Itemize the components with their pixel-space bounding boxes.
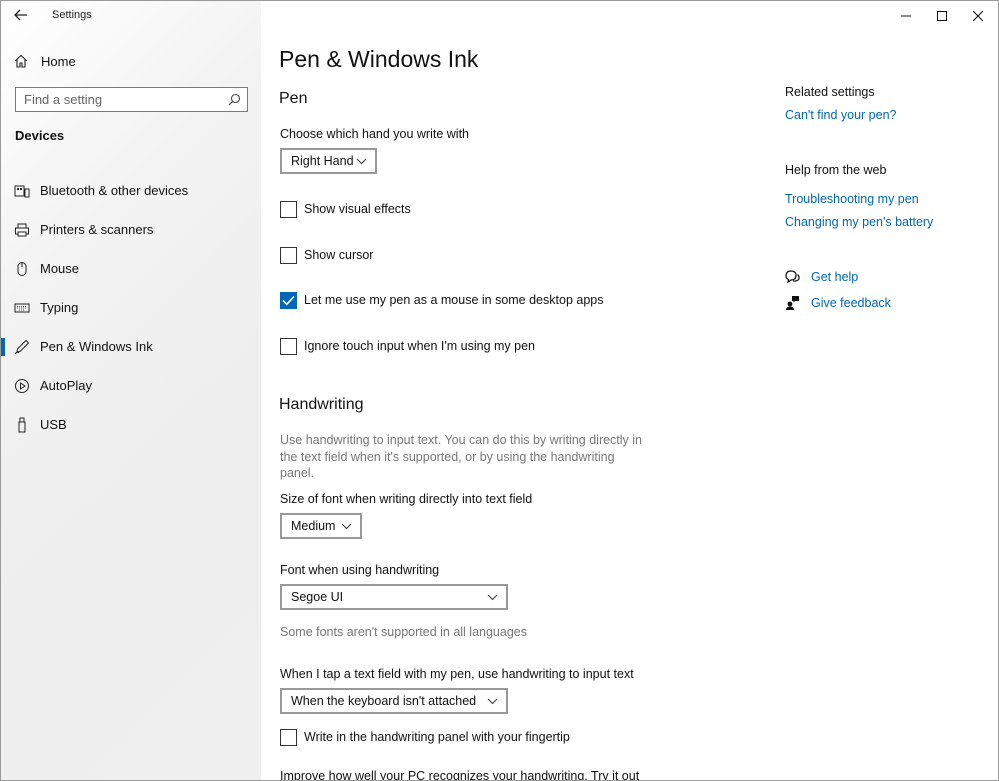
hand-dropdown-value: Right Hand	[291, 154, 354, 168]
tap-label: When I tap a text field with my pen, use…	[280, 667, 634, 681]
ignore-touch-checkbox[interactable]: Ignore touch input when I'm using my pen	[280, 337, 535, 355]
handwriting-heading: Handwriting	[279, 396, 364, 413]
chevron-down-icon	[487, 594, 498, 601]
related-settings-heading: Related settings	[785, 85, 875, 99]
give-feedback-label: Give feedback	[811, 295, 891, 310]
checkbox-box[interactable]	[280, 246, 297, 264]
font-dropdown-value: Segoe UI	[291, 590, 344, 604]
changing-battery-link[interactable]: Changing my pen's battery	[785, 215, 933, 229]
checkbox-label: Write in the handwriting panel with your…	[304, 730, 570, 744]
main-content: Pen & Windows Ink Pen Choose which hand …	[279, 1, 759, 781]
app-title: Settings	[52, 9, 92, 21]
home-label: Home	[41, 53, 76, 69]
pen-heading: Pen	[279, 90, 308, 107]
bluetooth-devices-icon	[14, 183, 30, 199]
checkbox-box[interactable]	[280, 291, 297, 309]
sidebar-item-label: USB	[40, 417, 67, 432]
give-feedback-link[interactable]: Give feedback	[785, 295, 891, 310]
sidebar-item-label: Typing	[40, 300, 79, 315]
sidebar-item-typing[interactable]: Typing	[1, 288, 261, 327]
sidebar-item-label: Mouse	[40, 261, 80, 276]
sidebar-item-home[interactable]: Home	[14, 50, 76, 72]
checkmark-icon	[282, 295, 295, 305]
sidebar-nav: Bluetooth & other devices Printers & sca…	[1, 171, 261, 444]
sidebar: Settings Home Devices Bluetooth & other …	[1, 1, 261, 780]
troubleshooting-pen-link[interactable]: Troubleshooting my pen	[785, 192, 919, 206]
chevron-down-icon	[341, 523, 352, 530]
checkbox-label: Show visual effects	[304, 202, 411, 216]
checkbox-label: Show cursor	[304, 248, 374, 262]
home-icon	[14, 54, 28, 68]
checkbox-box[interactable]	[280, 337, 297, 355]
get-help-label: Get help	[811, 269, 859, 284]
tap-dropdown-value: When the keyboard isn't attached	[291, 694, 477, 708]
hand-label: Choose which hand you write with	[280, 127, 469, 141]
checkbox-label: Ignore touch input when I'm using my pen	[304, 339, 535, 353]
related-settings-panel: Related settings Can't find your pen? He…	[785, 1, 985, 780]
sidebar-item-usb[interactable]: USB	[1, 405, 261, 444]
font-size-dropdown-value: Medium	[291, 519, 336, 533]
give-feedback-icon	[786, 296, 799, 310]
get-help-link[interactable]: Get help	[785, 269, 858, 284]
pen-icon	[14, 339, 30, 355]
sidebar-item-label: Pen & Windows Ink	[40, 339, 153, 354]
settings-window: Settings Home Devices Bluetooth & other …	[0, 0, 999, 781]
search-box[interactable]	[15, 87, 248, 112]
printer-icon	[14, 222, 30, 238]
keyboard-icon	[14, 300, 30, 316]
show-visual-effects-checkbox[interactable]: Show visual effects	[280, 200, 411, 218]
back-button[interactable]	[9, 4, 33, 26]
mouse-icon	[14, 261, 30, 277]
search-input[interactable]	[24, 92, 224, 107]
pen-as-mouse-checkbox[interactable]: Let me use my pen as a mouse in some des…	[280, 291, 603, 309]
tap-dropdown[interactable]: When the keyboard isn't attached	[280, 688, 508, 714]
sidebar-section-header: Devices	[15, 128, 65, 143]
sidebar-item-label: AutoPlay	[40, 378, 93, 393]
fingertip-checkbox[interactable]: Write in the handwriting panel with your…	[280, 728, 570, 746]
chevron-down-icon	[356, 158, 367, 165]
help-from-web-heading: Help from the web	[785, 163, 887, 177]
autoplay-icon	[14, 378, 30, 394]
font-size-dropdown[interactable]: Medium	[280, 513, 362, 539]
font-dropdown[interactable]: Segoe UI	[280, 584, 508, 610]
improve-recognition-text: Improve how well your PC recognizes your…	[280, 769, 640, 781]
show-cursor-checkbox[interactable]: Show cursor	[280, 246, 373, 264]
sidebar-item-mouse[interactable]: Mouse	[1, 249, 261, 288]
sidebar-item-bluetooth[interactable]: Bluetooth & other devices	[1, 171, 261, 210]
search-icon[interactable]	[228, 93, 241, 106]
font-label: Font when using handwriting	[280, 563, 440, 577]
back-arrow-icon	[14, 9, 27, 21]
font-note: Some fonts aren't supported in all langu…	[280, 625, 527, 639]
chevron-down-icon	[487, 698, 498, 705]
checkbox-box[interactable]	[280, 728, 297, 746]
get-help-icon	[785, 270, 800, 284]
usb-icon	[14, 417, 30, 433]
sidebar-item-printers[interactable]: Printers & scanners	[1, 210, 261, 249]
checkbox-box[interactable]	[280, 200, 297, 218]
page-title: Pen & Windows Ink	[279, 46, 479, 72]
sidebar-item-label: Printers & scanners	[40, 222, 154, 237]
checkbox-label: Let me use my pen as a mouse in some des…	[304, 293, 604, 307]
cant-find-pen-link[interactable]: Can't find your pen?	[785, 108, 897, 122]
font-size-label: Size of font when writing directly into …	[280, 492, 533, 506]
sidebar-item-label: Bluetooth & other devices	[40, 183, 189, 198]
sidebar-item-pen[interactable]: Pen & Windows Ink	[1, 327, 261, 366]
handwriting-description: Use handwriting to input text. You can d…	[280, 433, 643, 480]
sidebar-item-autoplay[interactable]: AutoPlay	[1, 366, 261, 405]
hand-dropdown[interactable]: Right Hand	[280, 148, 377, 174]
